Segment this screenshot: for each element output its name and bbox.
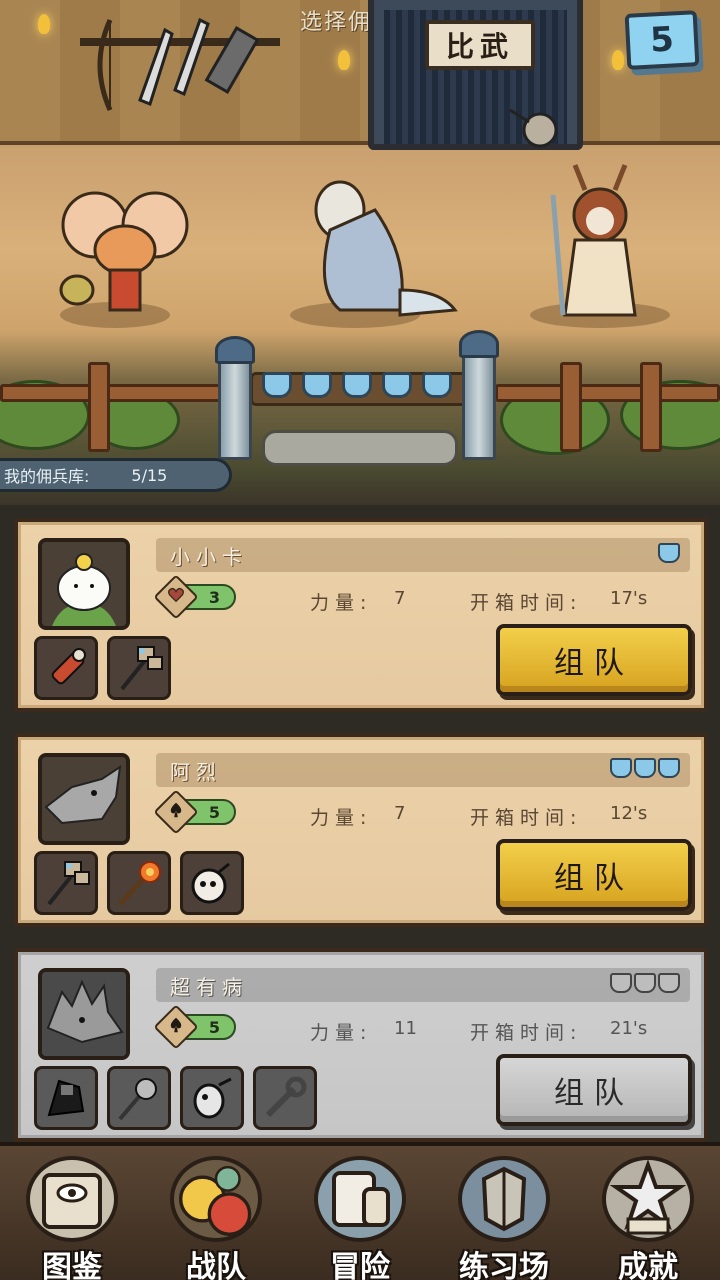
shadow-icon[interactable]	[34, 1066, 98, 1130]
roster-count: 5/15	[131, 465, 168, 485]
mercenary-card[interactable]: 小小卡 3 力量: 7 开箱时间: 17's 组队	[14, 518, 708, 712]
skull-team-icon[interactable]	[170, 1156, 262, 1242]
mercenary-portrait[interactable]	[38, 538, 130, 630]
tier-shield-icon	[610, 973, 632, 993]
nav-item[interactable]: 战队	[144, 1146, 288, 1280]
torch-icon	[38, 14, 50, 34]
armor-icon[interactable]	[458, 1156, 550, 1242]
weapon-rack-icon	[80, 17, 280, 112]
mercenary-name-bar: 阿烈	[156, 753, 690, 787]
mercenary-name-bar: 小小卡	[156, 538, 690, 572]
bomb-icon[interactable]	[180, 851, 244, 915]
tier-shield-icon	[634, 973, 656, 993]
shield-icon	[382, 372, 412, 398]
bomb-critter-icon[interactable]	[180, 1066, 244, 1130]
energy-counter[interactable]: 5	[624, 10, 700, 70]
mercenary-portrait[interactable]	[38, 968, 130, 1060]
nav-label: 练习场	[459, 1250, 549, 1280]
tier-shield-icon	[658, 543, 680, 563]
mercenary-card[interactable]: 超有病 5 力量: 11 开箱时间: 21's 组队	[14, 948, 708, 1142]
bottom-nav: 图鉴 战队 冒险 练习场 成就	[0, 1142, 720, 1280]
tier-shields	[610, 758, 680, 778]
team-up-button[interactable]: 组队	[496, 624, 692, 696]
mercenary-name-bar: 超有病	[156, 968, 690, 1002]
nav-label: 图鉴	[42, 1250, 102, 1280]
book-eye-icon[interactable]	[26, 1156, 118, 1242]
power-label: 力量:	[310, 1022, 373, 1044]
scroll-hand-icon[interactable]	[314, 1156, 406, 1242]
nav-item[interactable]: 冒险	[288, 1146, 432, 1280]
mercenary-name: 小小卡	[170, 544, 248, 569]
nav-label: 成就	[618, 1250, 678, 1280]
power-value: 7	[394, 803, 406, 824]
power-value: 11	[394, 1018, 417, 1039]
team-up-button[interactable]: 组队	[496, 839, 692, 911]
tier-shield-icon	[658, 758, 680, 778]
level-value: 5	[208, 1017, 220, 1037]
tier-shield-icon	[658, 973, 680, 993]
nav-label: 冒险	[330, 1250, 390, 1280]
gate-sign: 比武	[425, 20, 535, 70]
box-time-label: 开箱时间:	[470, 807, 583, 829]
wrench-icon[interactable]	[253, 1066, 317, 1130]
torch-icon	[338, 50, 350, 70]
double-hammer-icon[interactable]	[34, 851, 98, 915]
level-value: 3	[208, 587, 220, 607]
power-value: 7	[394, 588, 406, 609]
level-pill: 5	[153, 1004, 236, 1050]
torch-icon[interactable]	[107, 851, 171, 915]
team-up-button[interactable]: 组队	[496, 1054, 692, 1126]
tier-shield-icon	[634, 758, 656, 778]
stone-step	[262, 430, 458, 466]
level-value: 5	[208, 802, 220, 822]
mercenary-name: 阿烈	[170, 759, 222, 784]
mercenary-name: 超有病	[170, 974, 248, 999]
level-pill: 5	[153, 789, 236, 835]
level-pill: 3	[153, 574, 236, 620]
roster-capacity: 我的佣兵库: 5/15	[0, 458, 232, 492]
star-trophy-icon[interactable]	[602, 1156, 694, 1242]
mercenary-card[interactable]: 阿烈 5 力量: 7 开箱时间: 12's 组队	[14, 733, 708, 927]
double-hammer-icon[interactable]	[107, 636, 171, 700]
nav-item[interactable]: 成就	[576, 1146, 720, 1280]
torch-icon	[612, 50, 624, 70]
nav-item[interactable]: 图鉴	[0, 1146, 144, 1280]
shield-icon	[262, 372, 292, 398]
nav-label: 战队	[186, 1250, 246, 1280]
owl-sage-character	[314, 180, 458, 317]
spade-icon	[153, 789, 199, 835]
spade-icon	[153, 1004, 199, 1050]
box-time-value: 21's	[610, 1018, 648, 1039]
tier-shields	[658, 543, 680, 563]
mace-icon[interactable]	[107, 1066, 171, 1130]
box-time-value: 17's	[610, 588, 648, 609]
shield-icon	[342, 372, 372, 398]
mouse-character	[59, 191, 189, 312]
spiked-ball-icon	[509, 108, 558, 148]
tier-shield-icon	[610, 758, 632, 778]
mercenary-portrait[interactable]	[38, 753, 130, 845]
shield-icon	[302, 372, 332, 398]
power-label: 力量:	[310, 592, 373, 614]
box-time-value: 12's	[610, 803, 648, 824]
roster-label: 我的佣兵库:	[4, 467, 90, 486]
deer-girl-character	[550, 164, 637, 317]
box-time-label: 开箱时间:	[470, 592, 583, 614]
tier-shields	[610, 973, 680, 993]
box-time-label: 开箱时间:	[470, 1022, 583, 1044]
shield-icon	[422, 372, 452, 398]
nav-item[interactable]: 练习场	[432, 1146, 576, 1280]
power-label: 力量:	[310, 807, 373, 829]
dynamite-icon[interactable]	[34, 636, 98, 700]
heart-icon	[153, 574, 199, 620]
arena-scene: 选择佣兵 比武 5	[0, 0, 720, 505]
